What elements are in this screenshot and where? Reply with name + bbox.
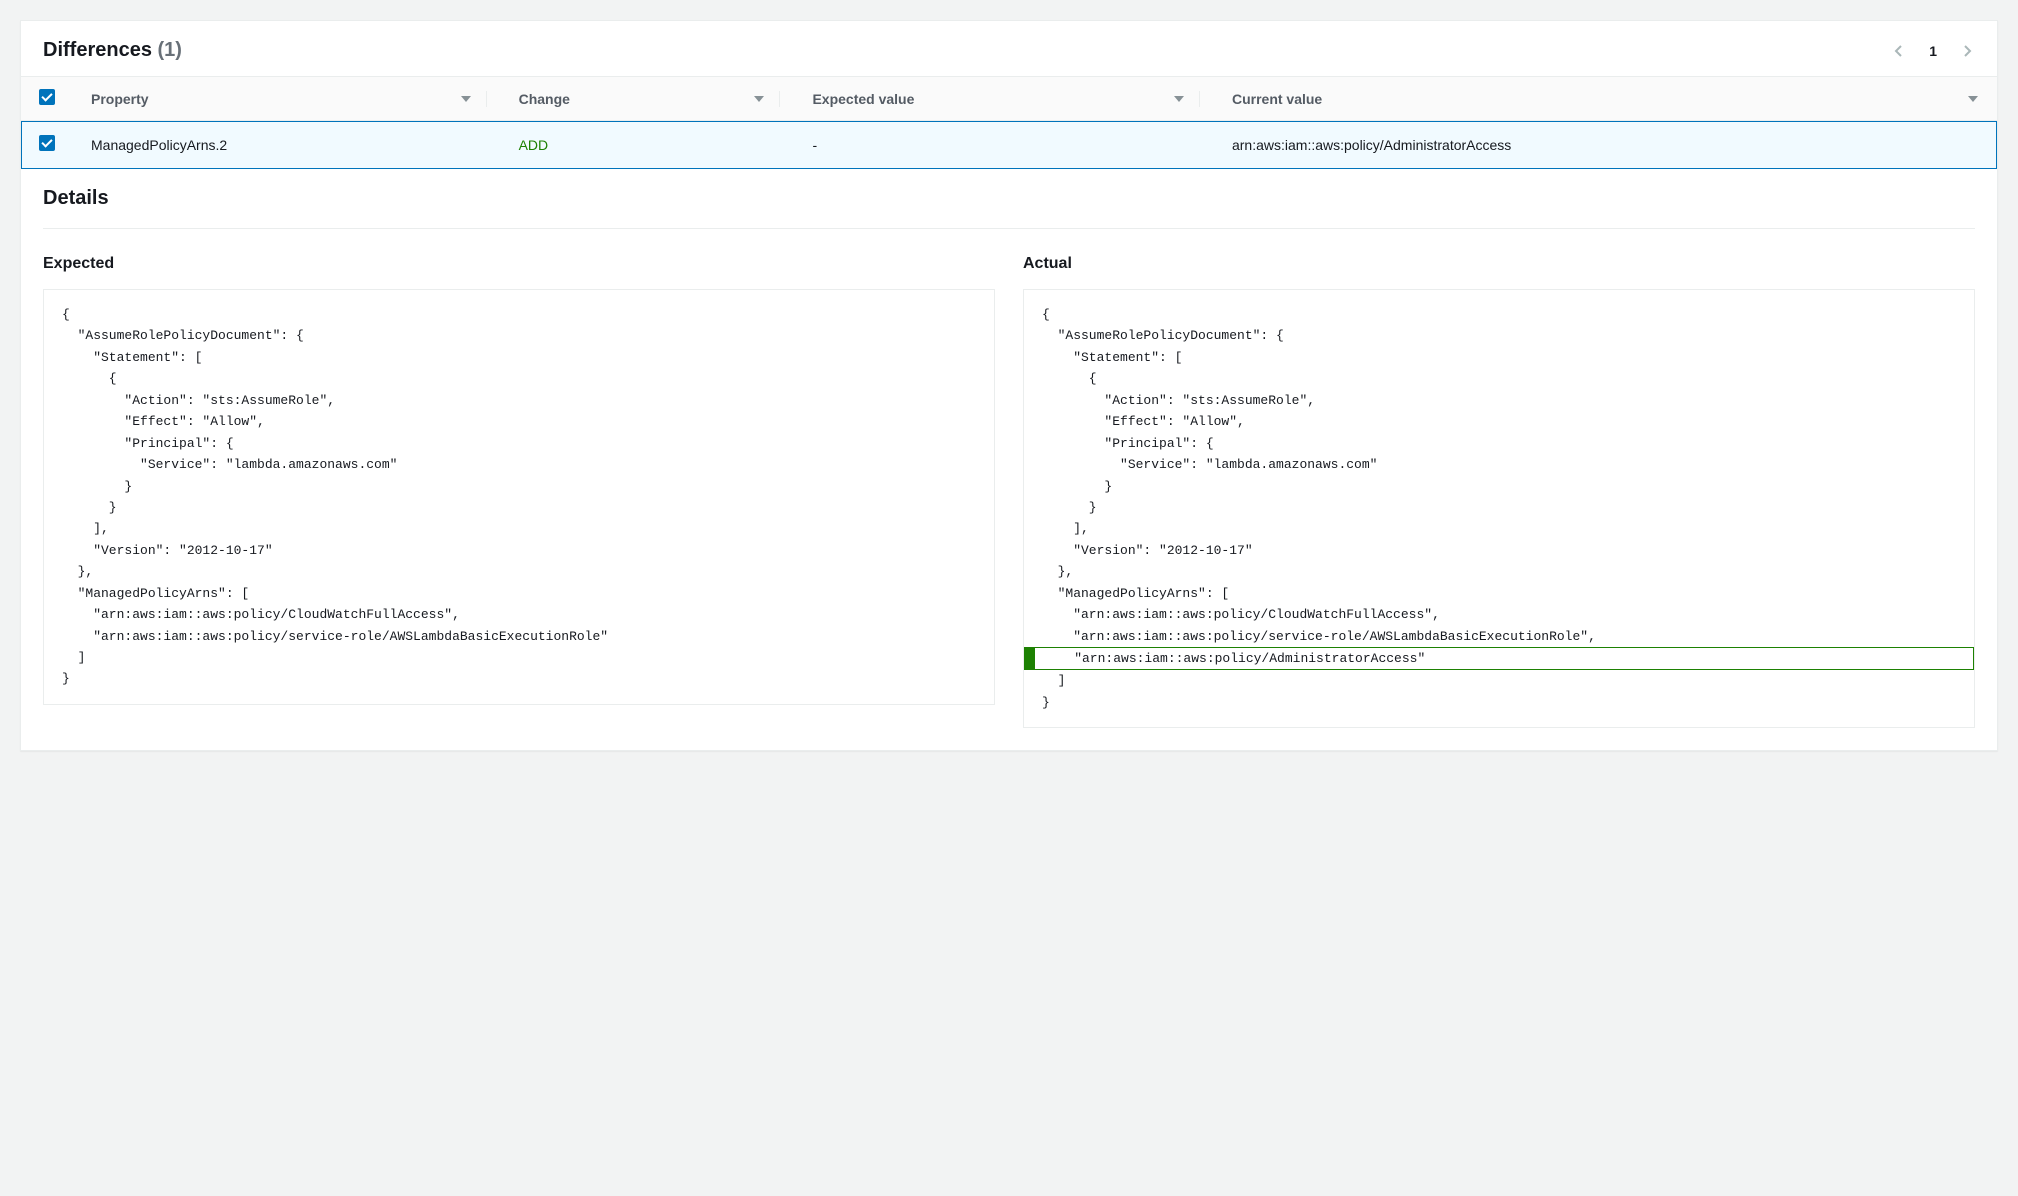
change-add-text: ADD xyxy=(519,137,549,153)
code-line: "Effect": "Allow", xyxy=(1024,411,1974,432)
code-line: "Statement": [ xyxy=(44,347,994,368)
details-grid: Expected { "AssumeRolePolicyDocument": {… xyxy=(43,228,1975,728)
expected-label: Expected xyxy=(43,255,995,273)
code-line: } xyxy=(44,497,994,518)
panel-title: Differences (1) xyxy=(43,39,182,62)
code-line: "ManagedPolicyArns": [ xyxy=(44,583,994,604)
column-header-expected[interactable]: Expected value xyxy=(794,77,1214,121)
actual-label: Actual xyxy=(1023,255,1975,273)
code-line: ], xyxy=(1024,518,1974,539)
code-line: ] xyxy=(1024,670,1974,691)
column-label: Current value xyxy=(1232,91,1322,107)
row-checkbox[interactable] xyxy=(39,135,55,151)
panel-header: Differences (1) 1 xyxy=(21,21,1997,76)
code-line-added: "arn:aws:iam::aws:policy/AdministratorAc… xyxy=(1024,647,1974,670)
code-line: } xyxy=(44,668,994,689)
sort-icon xyxy=(1173,91,1185,107)
code-line: } xyxy=(44,476,994,497)
expected-card: Expected { "AssumeRolePolicyDocument": {… xyxy=(43,255,995,728)
row-select-cell[interactable] xyxy=(21,121,73,169)
column-label: Property xyxy=(91,91,149,107)
code-line: { xyxy=(1024,368,1974,389)
code-line: ] xyxy=(44,647,994,668)
code-line: "AssumeRolePolicyDocument": { xyxy=(44,325,994,346)
code-line: }, xyxy=(44,561,994,582)
differences-table: Property Change Expected value xyxy=(21,76,1997,169)
actual-code-block: { "AssumeRolePolicyDocument": { "Stateme… xyxy=(1023,289,1975,728)
code-line: "Version": "2012-10-17" xyxy=(44,540,994,561)
title-count: (1) xyxy=(158,39,182,61)
code-line: "arn:aws:iam::aws:policy/service-role/AW… xyxy=(1024,626,1974,647)
code-line: "arn:aws:iam::aws:policy/service-role/AW… xyxy=(44,626,994,647)
code-line: "Action": "sts:AssumeRole", xyxy=(44,390,994,411)
code-line: "Principal": { xyxy=(44,433,994,454)
column-label: Change xyxy=(519,91,570,107)
cell-change: ADD xyxy=(501,121,795,169)
code-line: "Effect": "Allow", xyxy=(44,411,994,432)
code-line: "AssumeRolePolicyDocument": { xyxy=(1024,325,1974,346)
pager-prev-icon[interactable] xyxy=(1891,43,1907,59)
details-title: Details xyxy=(43,187,1975,210)
column-label: Expected value xyxy=(812,91,914,107)
code-line: "arn:aws:iam::aws:policy/CloudWatchFullA… xyxy=(44,604,994,625)
sort-icon xyxy=(753,91,765,107)
cell-property: ManagedPolicyArns.2 xyxy=(73,121,501,169)
select-all-checkbox[interactable] xyxy=(39,89,55,105)
actual-card: Actual { "AssumeRolePolicyDocument": { "… xyxy=(1023,255,1975,728)
title-text: Differences xyxy=(43,39,152,61)
code-line: "ManagedPolicyArns": [ xyxy=(1024,583,1974,604)
pager: 1 xyxy=(1891,43,1975,59)
code-line: "Version": "2012-10-17" xyxy=(1024,540,1974,561)
pager-current-page: 1 xyxy=(1929,43,1937,59)
code-line: } xyxy=(1024,692,1974,713)
code-line: } xyxy=(1024,476,1974,497)
cell-current: arn:aws:iam::aws:policy/AdministratorAcc… xyxy=(1214,121,1997,169)
pager-next-icon[interactable] xyxy=(1959,43,1975,59)
table-row[interactable]: ManagedPolicyArns.2 ADD - arn:aws:iam::a… xyxy=(21,121,1997,169)
column-header-select-all[interactable] xyxy=(21,77,73,121)
sort-icon xyxy=(1967,91,1979,107)
code-line: }, xyxy=(1024,561,1974,582)
expected-code-block: { "AssumeRolePolicyDocument": { "Stateme… xyxy=(43,289,995,705)
column-header-property[interactable]: Property xyxy=(73,77,501,121)
code-line: "Service": "lambda.amazonaws.com" xyxy=(1024,454,1974,475)
code-line: { xyxy=(44,304,994,325)
code-line: { xyxy=(1024,304,1974,325)
differences-panel: Differences (1) 1 Property xyxy=(20,20,1998,751)
code-line: { xyxy=(44,368,994,389)
code-line: "Principal": { xyxy=(1024,433,1974,454)
code-line: "Action": "sts:AssumeRole", xyxy=(1024,390,1974,411)
column-header-current[interactable]: Current value xyxy=(1214,77,1997,121)
sort-icon xyxy=(460,91,472,107)
code-line: "Statement": [ xyxy=(1024,347,1974,368)
details-section: Details Expected { "AssumeRolePolicyDocu… xyxy=(21,169,1997,750)
code-line: "arn:aws:iam::aws:policy/CloudWatchFullA… xyxy=(1024,604,1974,625)
column-header-change[interactable]: Change xyxy=(501,77,795,121)
cell-expected: - xyxy=(794,121,1214,169)
code-line: } xyxy=(1024,497,1974,518)
code-line: "Service": "lambda.amazonaws.com" xyxy=(44,454,994,475)
code-line: ], xyxy=(44,518,994,539)
